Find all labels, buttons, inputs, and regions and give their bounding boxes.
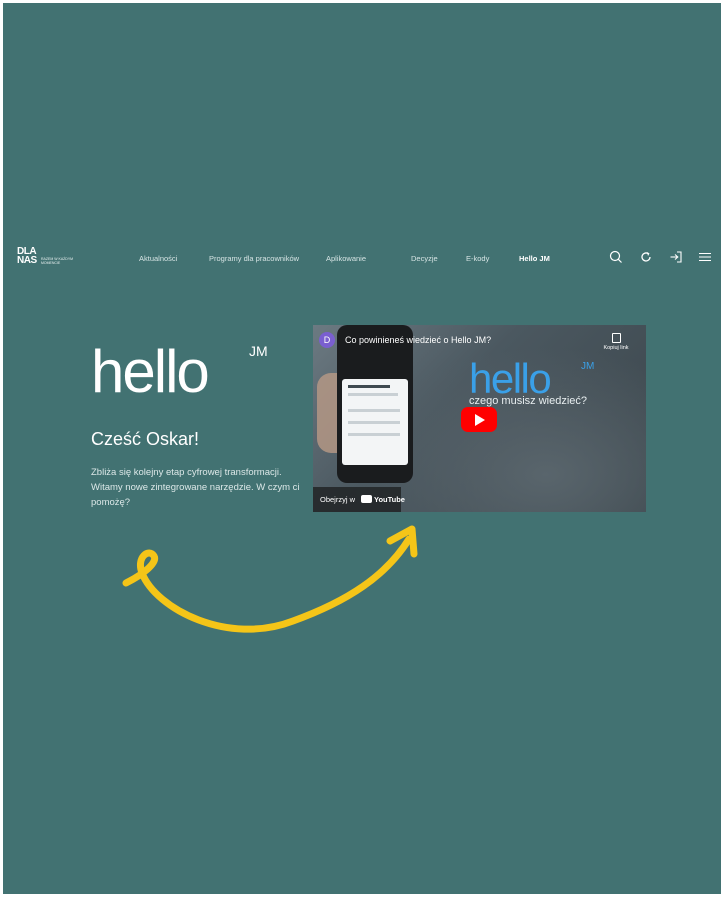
copy-icon bbox=[611, 333, 621, 343]
nav-decyzje[interactable]: Decyzje bbox=[411, 254, 438, 263]
play-button[interactable] bbox=[461, 407, 497, 432]
nav-aplikowanie[interactable]: Aplikowanie bbox=[326, 254, 366, 263]
watch-label: Obejrzyj w bbox=[320, 495, 356, 504]
watch-on-youtube[interactable]: Obejrzyj w YouTube bbox=[313, 487, 405, 512]
site-logo[interactable]: DLA NAS RAZEM W KAŻDYM MOMENCIE bbox=[17, 247, 73, 266]
refresh-icon[interactable] bbox=[639, 250, 653, 264]
phone-screen bbox=[342, 379, 408, 465]
phone-row bbox=[348, 385, 390, 388]
nav-hello-jm[interactable]: Hello JM bbox=[519, 254, 550, 263]
phone-row bbox=[348, 409, 400, 412]
page: DLA NAS RAZEM W KAŻDYM MOMENCIE Aktualno… bbox=[3, 3, 721, 894]
phone-row bbox=[348, 421, 400, 424]
nav-e-kody[interactable]: E-kody bbox=[466, 254, 489, 263]
youtube-icon bbox=[361, 495, 372, 503]
decorative-arrow-icon bbox=[122, 525, 418, 633]
nav-programy[interactable]: Programy dla pracowników bbox=[209, 254, 299, 263]
video-phone bbox=[337, 325, 413, 483]
video-hello-sup: JM bbox=[581, 361, 594, 372]
hello-jm-logo: hello JM bbox=[91, 338, 268, 400]
video-hello-text: hello bbox=[469, 355, 550, 399]
copy-link-button[interactable]: Kopiuj link bbox=[596, 333, 636, 351]
hello-logo-text: hello bbox=[91, 338, 208, 400]
login-icon[interactable] bbox=[669, 250, 683, 264]
search-icon[interactable] bbox=[609, 250, 623, 264]
nav-aktualnosci[interactable]: Aktualności bbox=[139, 254, 177, 263]
copy-link-label: Kopiuj link bbox=[603, 345, 629, 351]
video-title[interactable]: Co powinieneś wiedzieć o Hello JM? bbox=[345, 335, 491, 345]
video-subtitle: czego musisz wiedzieć? bbox=[469, 395, 587, 407]
logo-line2: NAS bbox=[17, 255, 37, 266]
phone-row bbox=[348, 433, 400, 436]
youtube-label: YouTube bbox=[374, 495, 405, 504]
channel-avatar[interactable]: D bbox=[319, 332, 335, 348]
phone-row bbox=[348, 393, 398, 396]
greeting-heading: Cześć Oskar! bbox=[91, 429, 200, 449]
hello-logo-sup: JM bbox=[249, 343, 268, 359]
hero-description: Zbliża się kolejny etap cyfrowej transfo… bbox=[91, 467, 300, 508]
logo-tagline: RAZEM W KAŻDYM MOMENCIE bbox=[41, 257, 74, 265]
video-hello-logo: hello JM bbox=[469, 355, 594, 399]
video-embed[interactable]: D Co powinieneś wiedzieć o Hello JM? Kop… bbox=[313, 325, 646, 512]
menu-icon[interactable] bbox=[698, 250, 712, 264]
